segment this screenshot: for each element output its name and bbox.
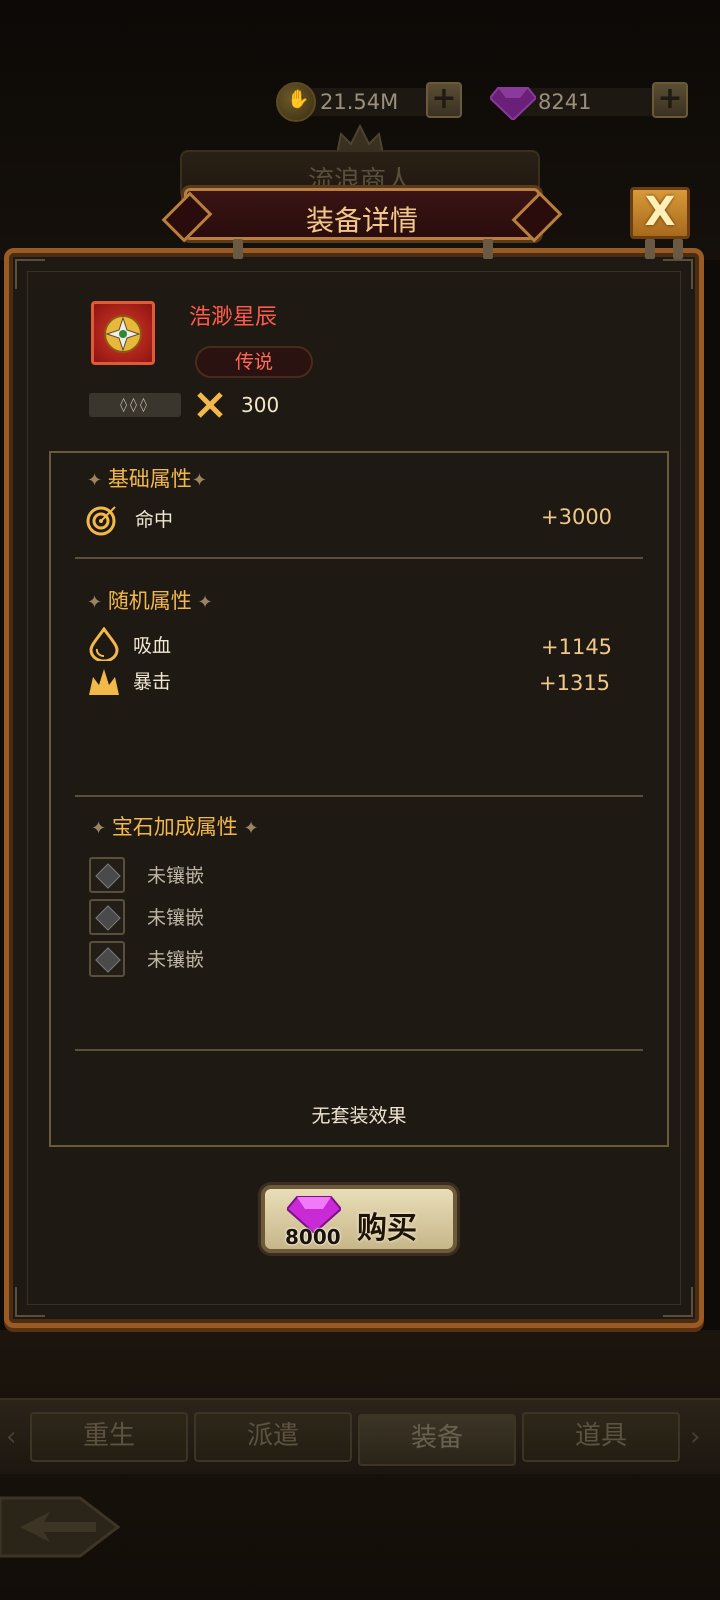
- buy-price: 8000: [285, 1225, 341, 1249]
- sparkle-icon: ✦: [91, 818, 112, 839]
- sparkle-icon: ✦: [191, 592, 213, 613]
- back-arrow-icon[interactable]: [0, 1490, 124, 1564]
- gold-coin-icon: [276, 82, 316, 122]
- stat-value: +1145: [541, 635, 613, 659]
- page-title: 装备详情: [305, 204, 418, 237]
- combat-power: 300: [241, 393, 280, 417]
- target-icon: [86, 506, 116, 536]
- star-weapon-icon: [104, 315, 142, 353]
- set-effect-text: 无套装效果: [311, 1105, 407, 1127]
- chevron-right-icon[interactable]: ›: [690, 1422, 700, 1452]
- sparkle-icon: ✦: [87, 592, 108, 613]
- tab-equipment[interactable]: 装备: [358, 1414, 516, 1466]
- tab-dispatch[interactable]: 派遣: [194, 1412, 352, 1462]
- crit-burst-icon: [89, 669, 119, 695]
- buy-button[interactable]: 8000 购买: [261, 1185, 457, 1253]
- stat-value: +1315: [539, 671, 611, 695]
- item-name: 浩渺星辰: [189, 305, 278, 330]
- item-stars: ◊◊◊: [89, 393, 181, 417]
- stat-name: 命中: [135, 509, 174, 531]
- gem-amount: 8241: [538, 90, 592, 114]
- stat-name: 暴击: [133, 671, 172, 693]
- title-banner: 装备详情: [184, 188, 540, 240]
- gem-slot[interactable]: [89, 941, 125, 977]
- gem-slot-label: 未镶嵌: [147, 949, 205, 971]
- gem-stats-title: ✦ 宝石加成属性 ✦: [91, 815, 259, 839]
- random-stats-title: ✦ 随机属性 ✦: [87, 589, 213, 613]
- gem-slot-label: 未镶嵌: [147, 865, 205, 887]
- rarity-badge: 传说: [195, 346, 313, 378]
- sparkle-icon: ✦: [191, 470, 207, 491]
- equipment-detail-panel: ◊◊◊ 浩渺星辰 传说 300 ✦ 基础属性✦ 命中 +3000 ✦ 随机属性 …: [4, 239, 704, 1328]
- crossed-swords-icon: [197, 392, 223, 418]
- gem-slot-label: 未镶嵌: [147, 907, 205, 929]
- buy-label: 购买: [357, 1211, 417, 1246]
- blood-drop-icon: [89, 627, 119, 661]
- item-icon[interactable]: [91, 301, 155, 365]
- sparkle-icon: ✦: [87, 470, 108, 491]
- tab-items[interactable]: 道具: [522, 1412, 680, 1462]
- gem-slot[interactable]: [89, 899, 125, 935]
- gem-currency: 8241 +: [488, 82, 688, 122]
- add-gems-button[interactable]: +: [652, 82, 688, 118]
- bottom-tab-bar: 重生 派遣 装备 道具: [0, 1398, 720, 1474]
- close-button[interactable]: X: [630, 187, 690, 239]
- tab-rebirth[interactable]: 重生: [30, 1412, 188, 1462]
- gem-slot[interactable]: [89, 857, 125, 893]
- base-stats-title: ✦ 基础属性✦: [87, 467, 207, 491]
- sparkle-icon: ✦: [237, 818, 259, 839]
- purple-gem-icon: [490, 87, 536, 120]
- add-gold-button[interactable]: +: [426, 82, 462, 118]
- gold-amount: 21.54M: [320, 90, 399, 114]
- stat-name: 吸血: [133, 635, 172, 657]
- stat-value: +3000: [541, 505, 613, 529]
- stats-box: ✦ 基础属性✦ 命中 +3000 ✦ 随机属性 ✦ 吸血 +1145 暴击 +1…: [49, 451, 669, 1147]
- gold-currency: 21.54M +: [276, 82, 462, 122]
- chevron-left-icon[interactable]: ‹: [6, 1422, 16, 1452]
